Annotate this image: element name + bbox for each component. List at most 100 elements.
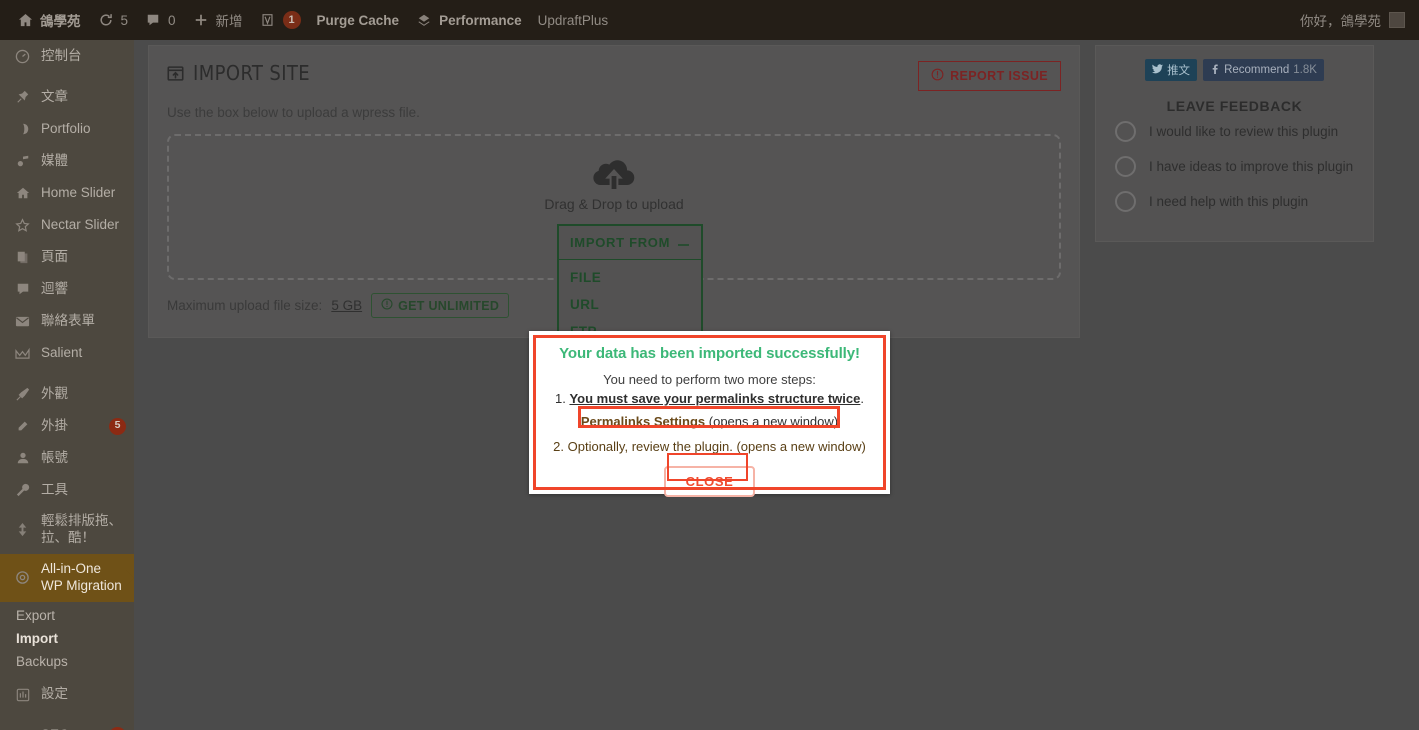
sidebar-item-media[interactable]: 媒體 <box>0 145 134 177</box>
yoast-icon <box>259 11 277 29</box>
admin-bar-new[interactable]: 新增 <box>184 0 251 40</box>
admin-bar-purge-cache[interactable]: Purge Cache <box>309 0 408 40</box>
sidebar-item-appearance[interactable]: 外觀 <box>0 378 134 410</box>
sidebar-submenu-aiowpm[interactable]: Export Import Backups <box>0 602 134 679</box>
sidebar-item-label: Nectar Slider <box>41 216 120 232</box>
sidebar-item-posts[interactable]: 文章 <box>0 81 134 113</box>
sidebar-item-label: Salient <box>41 344 83 360</box>
mail-icon <box>13 312 32 330</box>
import-site-icon <box>167 65 184 82</box>
report-issue-label: REPORT ISSUE <box>950 69 1048 83</box>
dashboard-icon <box>13 47 32 65</box>
modal-step-1: 1. You must save your permalinks structu… <box>543 391 876 406</box>
sidebar-subitem-export[interactable]: Export <box>0 604 134 627</box>
sidebar-item-home-slider[interactable]: Home Slider <box>0 177 134 209</box>
screen: 鴿學苑 5 0 新增 1 Purge Cache Performance Upd… <box>0 0 1419 730</box>
sidebar-item-label: 外觀 <box>41 385 68 401</box>
permalinks-settings-link[interactable]: Permalinks Settings <box>581 414 705 429</box>
admin-bar-updates[interactable]: 5 <box>89 0 137 40</box>
admin-bar-performance[interactable]: Performance <box>407 0 530 40</box>
updates-icon <box>97 11 115 29</box>
sidebar-item-portfolio[interactable]: Portfolio <box>0 113 134 145</box>
sidebar-item-label: 迴響 <box>41 280 68 296</box>
admin-bar-comments[interactable]: 0 <box>136 0 184 40</box>
dropzone-inner: Drag & Drop to upload <box>169 156 1059 212</box>
sidebar-subitem-import[interactable]: Import <box>0 627 134 650</box>
max-upload-label: Maximum upload file size: <box>167 298 323 313</box>
sidebar-item-pages[interactable]: 頁面 <box>0 241 134 273</box>
sidebar-item-label: 文章 <box>41 88 68 104</box>
admin-bar-site[interactable]: 鴿學苑 <box>0 0 89 40</box>
import-from-option-url[interactable]: URL <box>559 291 701 318</box>
twitter-share-button[interactable]: 推文 <box>1145 59 1198 81</box>
import-from-option-file[interactable]: FILE <box>559 264 701 291</box>
modal-box: Your data has been imported successfully… <box>529 331 890 497</box>
sidebar-item-salient[interactable]: Salient <box>0 337 134 369</box>
permalinks-note: (opens a new window) <box>705 414 839 429</box>
sidebar-item-layout-builder[interactable]: 輕鬆排版拖、拉、酷！ <box>0 506 134 554</box>
feedback-option-ideas[interactable]: I have ideas to improve this plugin <box>1096 149 1373 184</box>
feedback-option-label: I need help with this plugin <box>1149 194 1309 209</box>
feedback-option-label: I have ideas to improve this plugin <box>1149 159 1354 174</box>
panel-subtitle: Use the box below to upload a wpress fil… <box>167 105 420 120</box>
page-title: IMPORT SITE <box>167 61 310 85</box>
report-issue-button[interactable]: REPORT ISSUE <box>918 61 1061 91</box>
import-from-header[interactable]: IMPORT FROM <box>559 226 701 260</box>
admin-bar-account[interactable]: 你好，鴿學苑 <box>1300 10 1419 30</box>
sidebar-item-label: 聯絡表單 <box>41 312 95 328</box>
get-unlimited-button[interactable]: GET UNLIMITED <box>371 293 510 318</box>
modal-step-1-suffix: . <box>860 391 864 406</box>
admin-bar-site-name: 鴿學苑 <box>40 14 81 29</box>
performance-icon <box>415 11 433 29</box>
admin-bar-purge-cache-label: Purge Cache <box>316 12 400 28</box>
sidebar-item-settings[interactable]: 設定 <box>0 679 134 711</box>
exclamation-circle-icon <box>381 298 393 313</box>
panel-header: IMPORT SITE REPORT ISSUE <box>149 46 1079 91</box>
import-from-label: IMPORT FROM <box>570 235 671 250</box>
modal-subtitle: You need to perform two more steps: <box>603 372 816 387</box>
admin-bar-seo-count: 1 <box>282 11 301 29</box>
sidebar-item-nectar-slider[interactable]: Nectar Slider <box>0 209 134 241</box>
admin-sidebar-menu[interactable]: 控制台 文章 Portfolio 媒體 Home Slider Nectar S… <box>0 40 134 730</box>
radio-button[interactable] <box>1115 156 1136 177</box>
star-icon <box>13 216 32 234</box>
get-unlimited-label: GET UNLIMITED <box>398 298 500 313</box>
sidebar-item-tools[interactable]: 工具 <box>0 474 134 506</box>
modal-step-1-bold: You must save your permalinks structure … <box>569 391 861 406</box>
sidebar-item-users[interactable]: 帳號 <box>0 442 134 474</box>
home-slider-icon <box>13 184 32 202</box>
facebook-recommend-button[interactable]: Recommend 1.8K <box>1203 59 1324 81</box>
sidebar-item-label: All-in-One WP Migration <box>41 560 122 593</box>
close-button[interactable]: CLOSE <box>663 466 756 497</box>
sidebar-item-label: 控制台 <box>41 47 82 63</box>
sidebar-item-comments[interactable]: 迴響 <box>0 273 134 305</box>
feedback-option-help[interactable]: I need help with this plugin <box>1096 184 1373 219</box>
pin-icon <box>13 88 32 106</box>
modal-step-1-prefix: 1. <box>554 391 570 406</box>
radio-button[interactable] <box>1115 191 1136 212</box>
comments-icon <box>13 280 32 298</box>
facebook-icon <box>1210 64 1220 77</box>
twitter-share-label: 推文 <box>1167 65 1191 77</box>
dropzone-text: Drag & Drop to upload <box>544 196 684 212</box>
sidebar-item-dashboard[interactable]: 控制台 <box>0 40 134 72</box>
comment-icon <box>144 11 162 29</box>
admin-bar-seo[interactable]: 1 <box>251 0 309 40</box>
admin-bar-howdy: 你好，鴿學苑 <box>1300 14 1381 29</box>
sidebar-subitem-backups[interactable]: Backups <box>0 650 134 673</box>
max-upload-value: 5 GB <box>331 298 363 313</box>
radio-button[interactable] <box>1115 121 1136 142</box>
pages-icon <box>13 248 32 266</box>
sidebar-item-contact-form[interactable]: 聯絡表單 <box>0 305 134 337</box>
menu-divider <box>0 369 134 378</box>
minus-icon <box>677 235 690 250</box>
sidebar-item-seo[interactable]: SEO 1 <box>0 720 134 730</box>
seo-icon <box>13 727 32 730</box>
twitter-icon <box>1152 63 1164 77</box>
sidebar-item-plugins[interactable]: 外掛 5 <box>0 410 134 442</box>
admin-bar-updraftplus[interactable]: UpdraftPlus <box>530 0 617 40</box>
feedback-option-review[interactable]: I would like to review this plugin <box>1096 114 1373 149</box>
modal-title: Your data has been imported successfully… <box>559 345 860 362</box>
layout-builder-icon <box>13 521 32 539</box>
sidebar-item-all-in-one-wp-migration[interactable]: All-in-One WP Migration <box>0 553 134 602</box>
